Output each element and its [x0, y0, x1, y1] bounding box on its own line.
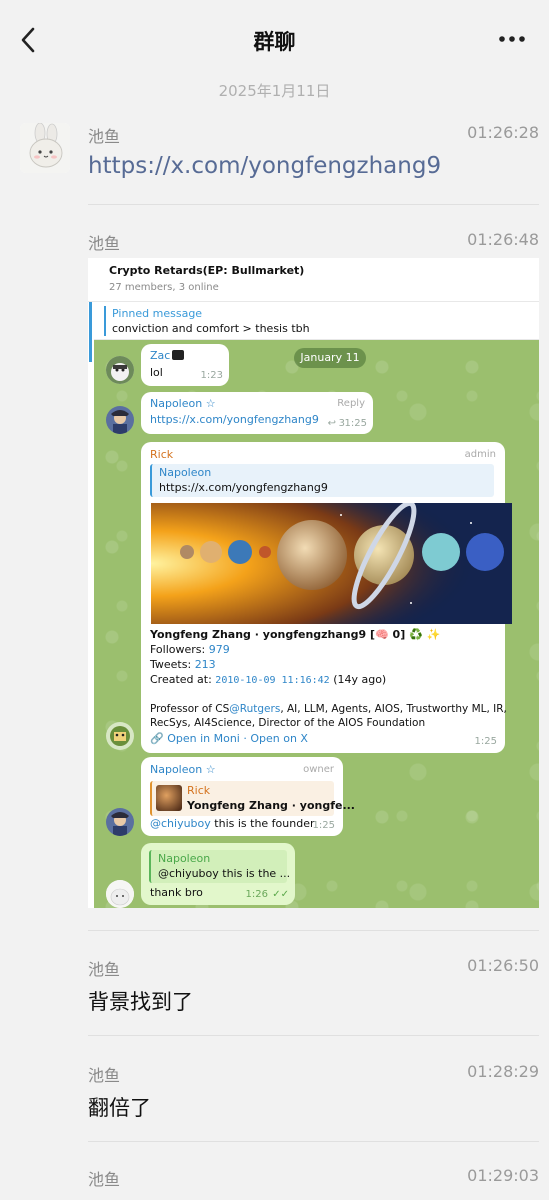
sender-name: 池鱼: [88, 1066, 121, 1085]
shared-screenshot-image[interactable]: Crypto Retards(EP: Bullmarket) 27 member…: [88, 258, 539, 908]
tg-time: 1:23: [200, 370, 223, 381]
tg-followers-row: Followers: 979: [150, 643, 230, 656]
tg-admin-badge: admin: [464, 449, 496, 460]
tg-group-title: Crypto Retards(EP: Bullmarket): [109, 264, 305, 277]
tg-time: 1:25: [312, 820, 335, 831]
message-link[interactable]: https://x.com/yongfengzhang9: [88, 153, 441, 179]
pinned-label: Pinned message: [112, 307, 203, 320]
message-divider: [88, 930, 539, 931]
bunny-avatar-icon: [106, 880, 134, 908]
tg-sender-rick: Rick: [150, 448, 174, 461]
chat-area: 2025年1月11日 池鱼 01:26:28 https://x.com/yon…: [0, 80, 549, 1200]
message-time: 01:26:48: [467, 230, 539, 249]
zac-avatar: [106, 356, 134, 384]
sender-name: 池鱼: [88, 960, 121, 979]
message-text: 翻倍了: [88, 1096, 151, 1120]
pin-accent-bar: [104, 306, 106, 336]
created-label: Created at:: [150, 673, 212, 686]
tg-bubble-napoleon: Napoleon ☆ Reply https://x.com/yongfengz…: [141, 392, 373, 434]
tg-bio-line-2: RecSys, AI4Science, Director of the AIOS…: [150, 717, 426, 729]
chat-title: 群聊: [253, 30, 296, 54]
tg-profile-title: Yongfeng Zhang · yongfengzhang9 [🧠 0] ♻️…: [150, 628, 441, 641]
top-bar: 群聊: [0, 0, 549, 80]
message-divider: [88, 1035, 539, 1036]
followers-value: 979: [208, 643, 230, 656]
tg-profile-links: 🔗 Open in Moni · Open on X: [150, 732, 308, 745]
sender-name: 池鱼: [88, 1170, 121, 1189]
mention: @chiyuboy: [150, 817, 211, 830]
bio-mention: @Rutgers: [229, 703, 281, 715]
tg-text: thank bro: [150, 886, 203, 899]
tg-quote-name: Napoleon: [159, 466, 212, 479]
napoleon-avatar: [106, 406, 134, 434]
tg-bubble-zac: Zac lol 1:23: [141, 344, 229, 386]
message-divider: [88, 204, 539, 205]
tg-mention-row: @chiyuboy this is the founder: [150, 817, 315, 830]
tg-pinned-message: Pinned message conviction and comfort > …: [88, 302, 539, 340]
napoleon-avatar: [106, 808, 134, 836]
tg-owner-badge: owner: [303, 764, 334, 775]
tg-quote: Napoleon @chiyuboy this is the ...: [149, 850, 291, 883]
sender-name: 池鱼: [88, 234, 121, 253]
rick-avatar: [106, 722, 134, 750]
solar-system-image: [151, 503, 512, 624]
napoleon-avatar-icon: [106, 808, 134, 836]
bunny-avatar-icon: [20, 123, 70, 173]
message-time: 01:26:50: [467, 956, 539, 975]
tg-reply-label: Reply: [337, 398, 365, 409]
napoleon-avatar-icon: [106, 406, 134, 434]
tg-time: 1:26: [245, 889, 268, 900]
sender-name: 池鱼: [88, 127, 121, 146]
tg-sender-zac: Zac: [150, 349, 171, 362]
more-dots-icon[interactable]: [497, 32, 527, 46]
tg-quote-name: Napoleon: [158, 852, 211, 865]
frog-avatar-icon: [106, 356, 134, 384]
read-ticks-icon: ✓✓: [272, 889, 289, 900]
tg-quote-name: Rick: [187, 784, 211, 797]
message-text: 背景找到了: [88, 990, 193, 1014]
bio-text: Professor of CS: [150, 703, 230, 715]
followers-label: Followers:: [150, 643, 206, 656]
planet-thumbnail: [156, 785, 182, 811]
tg-quote-text: @chiyuboy this is the ...: [158, 867, 291, 880]
reply-arrow-icon: ↩: [327, 418, 336, 429]
tweets-label: Tweets:: [150, 658, 192, 671]
tg-quote: Napoleon https://x.com/yongfengzhang9: [150, 464, 494, 497]
message-time: 01:28:29: [467, 1062, 539, 1081]
message-time: 01:29:03: [467, 1166, 539, 1185]
tg-group-header: Crypto Retards(EP: Bullmarket) 27 member…: [88, 258, 539, 302]
tg-tweets-row: Tweets: 213: [150, 658, 216, 671]
message-time: 01:26:28: [467, 123, 539, 142]
rick-avatar-icon: [106, 722, 134, 750]
sender-avatar[interactable]: [20, 123, 70, 173]
tg-sender-napoleon: Napoleon ☆: [150, 763, 216, 776]
date-divider: 2025年1月11日: [218, 82, 331, 100]
tg-bio-line-1: Professor of CS@Rutgers, AI, LLM, Agents…: [150, 703, 507, 715]
tg-time: 1:25: [474, 736, 497, 747]
tweets-value: 213: [194, 658, 216, 671]
tg-text: lol: [150, 366, 163, 379]
tg-sender-napoleon: Napoleon ☆: [150, 397, 216, 410]
created-value: 2010-10-09 11:16:42: [215, 675, 330, 686]
created-ago: (14y ago): [333, 673, 387, 686]
tg-chat-background: January 11 Zac lol 1:23 Napoleon ☆ Reply…: [94, 340, 539, 908]
tg-quote: Rick Yongfeng Zhang · yongfe...: [150, 781, 355, 816]
tg-quote-text: https://x.com/yongfengzhang9: [159, 481, 328, 494]
chiyuboy-avatar: [106, 880, 134, 908]
tg-link: https://x.com/yongfengzhang9: [150, 413, 319, 426]
tg-quote-text: Yongfeng Zhang · yongfe...: [187, 799, 355, 812]
tg-time: 1:25: [344, 418, 367, 429]
tg-bubble-napoleon-owner: Napoleon ☆ owner Rick Yongfeng Zhang · y…: [141, 757, 355, 836]
tg-bubble-own: Napoleon @chiyuboy this is the ... thank…: [141, 843, 295, 905]
tg-text: this is the founder: [210, 817, 315, 830]
tg-date-pill: January 11: [294, 348, 366, 368]
bio-text-2: , AI, LLM, Agents, AIOS, Trustworthy ML,…: [280, 703, 507, 715]
tg-left-accent: [89, 302, 92, 362]
message-divider: [88, 1141, 539, 1142]
pinned-text: conviction and comfort > thesis tbh: [112, 322, 310, 335]
tg-group-members: 27 members, 3 online: [109, 282, 219, 293]
tg-created-row: Created at: 2010-10-09 11:16:42 (14y ago…: [150, 673, 386, 686]
badge-icon: [172, 350, 184, 360]
